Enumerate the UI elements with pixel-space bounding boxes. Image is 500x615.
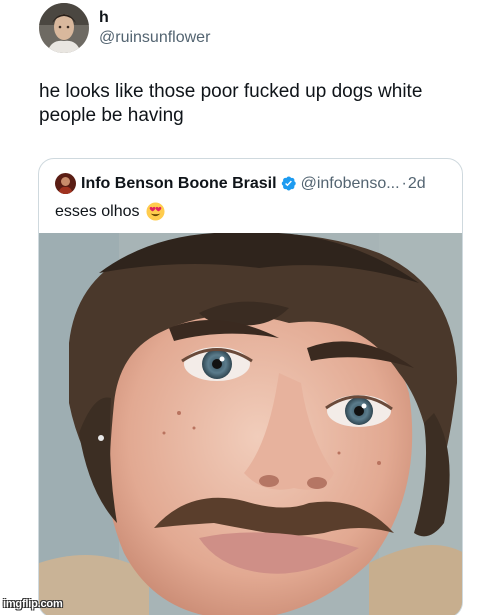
quoted-author-display-name[interactable]: Info Benson Boone Brasil: [81, 175, 277, 193]
quoted-author-avatar[interactable]: [55, 173, 76, 194]
dot-separator: ·: [401, 174, 407, 192]
quoted-timestamp[interactable]: 2d: [408, 175, 426, 193]
quoted-tweet-text: esses olhos: [55, 202, 140, 220]
quoted-tweet-text-row: esses olhos: [55, 202, 165, 221]
quoted-tweet-card[interactable]: Info Benson Boone Brasil @infobenso... ·…: [38, 158, 463, 615]
verified-badge-icon: [280, 175, 297, 192]
tweet-text: he looks like those poor fucked up dogs …: [39, 81, 423, 126]
quoted-author-handle[interactable]: @infobenso...: [301, 175, 400, 193]
author-avatar[interactable]: [39, 3, 89, 53]
imgflip-watermark: imgflip.com: [3, 598, 63, 610]
author-display-name[interactable]: h: [99, 9, 210, 27]
heart-eyes-emoji-icon: [145, 202, 165, 221]
author-info: h @ruinsunflower: [99, 9, 210, 48]
author-handle[interactable]: @ruinsunflower: [99, 29, 210, 47]
tweet-header: h @ruinsunflower: [39, 3, 210, 53]
quoted-tweet-header: Info Benson Boone Brasil @infobenso... ·…: [55, 173, 426, 194]
quoted-tweet-photo[interactable]: [39, 233, 462, 615]
